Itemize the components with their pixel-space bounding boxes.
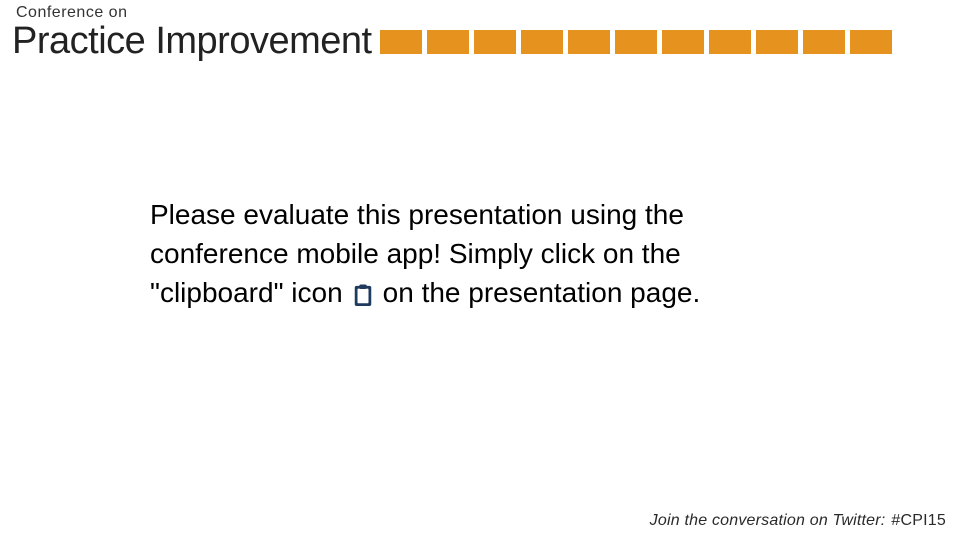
accent-square (662, 30, 704, 54)
accent-square (615, 30, 657, 54)
accent-square (756, 30, 798, 54)
accent-square (427, 30, 469, 54)
body-line-3: "clipboard" icon on the presentation pag… (150, 273, 820, 312)
body-line-1: Please evaluate this presentation using … (150, 195, 820, 234)
accent-square (474, 30, 516, 54)
header-title-row: Practice Improvement (10, 20, 952, 63)
clipboard-icon (349, 281, 377, 309)
slide-body: Please evaluate this presentation using … (150, 195, 820, 313)
accent-square (803, 30, 845, 54)
footer-hashtag: #CPI15 (891, 512, 946, 530)
footer-lead: Join the conversation on Twitter: (650, 512, 886, 530)
body-line-2: conference mobile app! Simply click on t… (150, 234, 820, 273)
accent-square (709, 30, 751, 54)
body-line-3-after: on the presentation page. (383, 273, 701, 312)
accent-squares (380, 30, 892, 54)
accent-square (521, 30, 563, 54)
header-title: Practice Improvement (12, 20, 372, 63)
slide-footer: Join the conversation on Twitter: #CPI15 (650, 512, 946, 530)
accent-square (568, 30, 610, 54)
body-line-3-before: "clipboard" icon (150, 273, 343, 312)
accent-square (380, 30, 422, 54)
accent-square (850, 30, 892, 54)
slide-header: Conference on Practice Improvement (0, 0, 960, 60)
